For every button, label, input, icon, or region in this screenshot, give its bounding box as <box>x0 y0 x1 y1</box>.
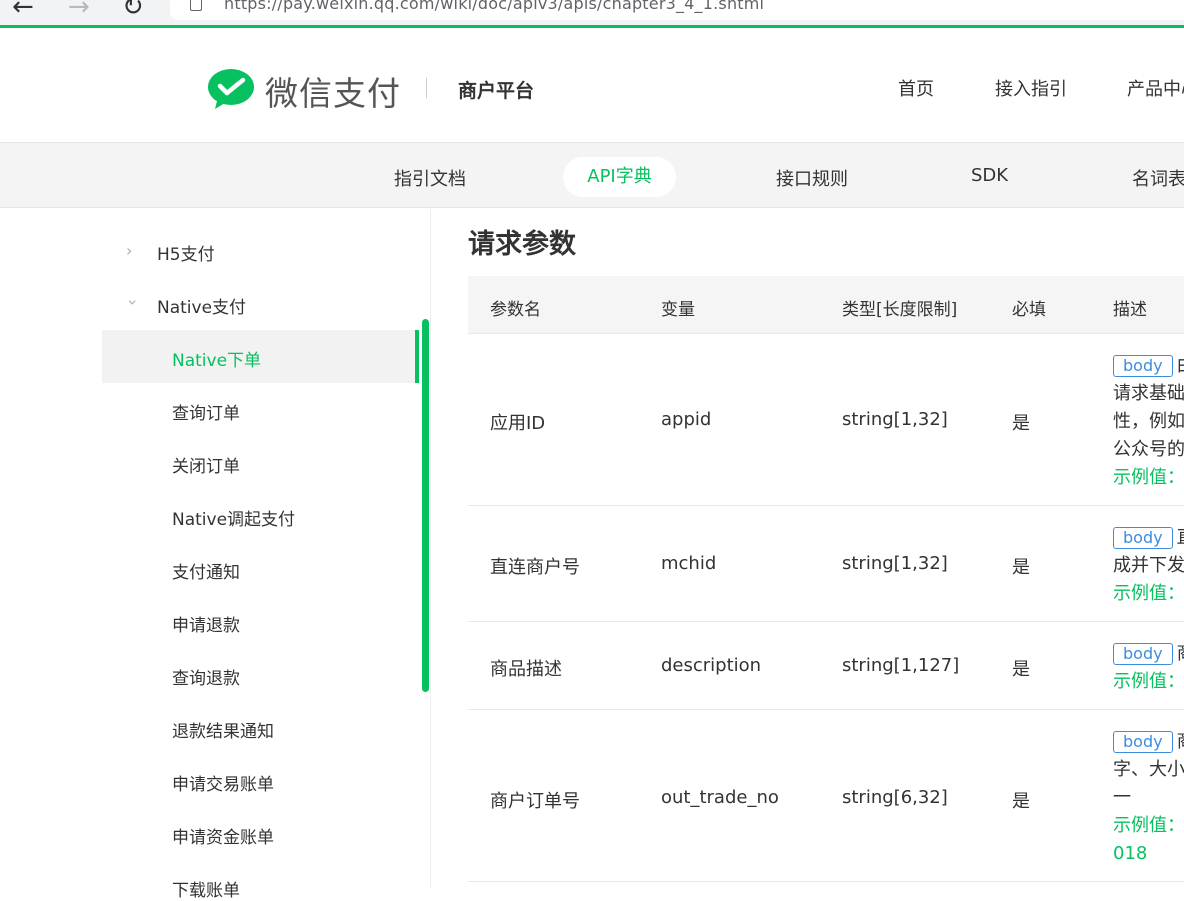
chevron-down-icon[interactable]: › <box>124 299 143 305</box>
tab-guide-docs[interactable]: 指引文档 <box>394 165 466 191</box>
body-tag: body <box>1113 355 1173 377</box>
example-value: 示例值： <box>1113 815 1184 836</box>
column-header-name: 参数名 <box>490 300 541 320</box>
tab-glossary[interactable]: 名词表 <box>1132 165 1184 191</box>
column-header-variable: 变量 <box>661 300 695 320</box>
nav-product-center[interactable]: 产品中心 <box>1127 75 1184 101</box>
column-header-description: 描述 <box>1113 300 1147 320</box>
description-text: 商 <box>1177 643 1184 664</box>
param-type: string[1,32] <box>842 409 948 430</box>
param-variable: out_trade_no <box>661 787 779 808</box>
param-type: string[6,32] <box>842 787 948 808</box>
nav-integration-guide[interactable]: 接入指引 <box>995 75 1067 101</box>
param-description: body商 示例值： <box>1113 640 1184 696</box>
param-required: 是 <box>1012 659 1030 680</box>
sidebar-item-query-refund[interactable]: 查询退款 <box>172 664 240 689</box>
param-name: 直连商户号 <box>490 557 580 578</box>
platform-name: 商户平台 <box>458 80 535 102</box>
param-description: body由 请求基础 性，例如 公众号的 示例值：w <box>1113 352 1184 492</box>
example-value-continued: 018 <box>1113 843 1148 864</box>
param-type: string[1,32] <box>842 553 948 574</box>
param-variable: description <box>661 655 762 676</box>
back-arrow-icon[interactable]: ← <box>12 0 34 20</box>
sidebar-item-native-invoke[interactable]: Native调起支付 <box>172 505 295 530</box>
site-header: 微信支付 商户平台 首页 接入指引 产品中心 <box>0 31 1184 142</box>
example-value: 示例值：w <box>1113 467 1184 488</box>
sidebar-group-h5-pay[interactable]: H5支付 <box>157 240 215 265</box>
example-value: 示例值： <box>1113 671 1184 692</box>
sidebar-item-payment-notify[interactable]: 支付通知 <box>172 558 240 583</box>
reload-icon[interactable]: ↻ <box>122 0 144 20</box>
section-title: 请求参数 <box>468 229 576 260</box>
table-row: 商品描述 description string[1,127] 是 body商 示… <box>468 622 1184 710</box>
tab-sdk[interactable]: SDK <box>971 165 1008 186</box>
table-header: 参数名 变量 类型[长度限制] 必填 描述 <box>468 276 1184 334</box>
description-text: 字、大小 <box>1113 759 1184 780</box>
body-tag: body <box>1113 643 1173 665</box>
description-text: 直 <box>1177 527 1184 548</box>
description-text: 性，例如 <box>1113 411 1184 432</box>
param-required: 是 <box>1012 791 1030 812</box>
body-tag: body <box>1113 731 1173 753</box>
sub-navigation: 指引文档 API字典 接口规则 SDK 名词表 <box>0 142 1184 208</box>
url-text[interactable]: https://pay.weixin.qq.com/wiki/doc/apiv3… <box>224 0 764 13</box>
sidebar-group-native-pay[interactable]: Native支付 <box>157 293 246 318</box>
sidebar-item-trade-bill[interactable]: 申请交易账单 <box>172 770 274 795</box>
page-info-icon[interactable] <box>190 0 202 11</box>
description-text: 公众号的 <box>1113 439 1184 460</box>
sidebar-item-refund-notify[interactable]: 退款结果通知 <box>172 717 274 742</box>
column-header-type: 类型[长度限制] <box>842 300 958 320</box>
sidebar-item-apply-refund[interactable]: 申请退款 <box>172 611 240 636</box>
body-tag: body <box>1113 527 1173 549</box>
description-text: 一 <box>1113 787 1131 808</box>
sidebar-item-close-order[interactable]: 关闭订单 <box>172 452 240 477</box>
sidebar-item-query-order[interactable]: 查询订单 <box>172 399 240 424</box>
sidebar: › H5支付 › Native支付 Native下单 查询订单 关闭订单 Nat… <box>0 209 431 901</box>
table-row: 直连商户号 mchid string[1,32] 是 body直 成并下发 示例… <box>468 506 1184 622</box>
param-required: 是 <box>1012 413 1030 434</box>
param-variable: appid <box>661 409 712 430</box>
logo-divider <box>426 78 427 98</box>
param-type: string[1,127] <box>842 655 960 676</box>
example-value: 示例值： <box>1113 583 1184 604</box>
param-description: body商 字、大小 一 示例值： 018 <box>1113 728 1184 868</box>
tab-api-dictionary[interactable]: API字典 <box>563 157 676 197</box>
sidebar-item-download-bill[interactable]: 下载账单 <box>172 876 240 901</box>
column-header-required: 必填 <box>1012 300 1046 320</box>
description-text: 由 <box>1177 355 1184 376</box>
table-row: 应用ID appid string[1,32] 是 body由 请求基础 性，例… <box>468 334 1184 506</box>
param-name: 商户订单号 <box>490 791 580 812</box>
param-variable: mchid <box>661 553 717 574</box>
sidebar-item-native-order[interactable]: Native下单 <box>172 346 261 371</box>
param-description: body直 成并下发 示例值： <box>1113 524 1184 608</box>
param-required: 是 <box>1012 557 1030 578</box>
tab-api-rules[interactable]: 接口规则 <box>776 165 848 191</box>
description-text: 请求基础 <box>1113 383 1184 404</box>
table-row: 商户订单号 out_trade_no string[6,32] 是 body商 … <box>468 710 1184 882</box>
description-text: 成并下发 <box>1113 555 1184 576</box>
param-name: 商品描述 <box>490 659 562 680</box>
browser-toolbar: ← → ↻ https://pay.weixin.qq.com/wiki/doc… <box>0 0 1184 28</box>
forward-arrow-icon[interactable]: → <box>68 0 90 20</box>
param-name: 应用ID <box>490 413 546 434</box>
description-text: 商 <box>1177 731 1184 752</box>
wechat-pay-logo-icon[interactable] <box>207 68 255 110</box>
chevron-right-icon[interactable]: › <box>126 241 132 260</box>
logo-text[interactable]: 微信支付 <box>265 67 401 115</box>
sidebar-scrollbar[interactable] <box>422 319 429 692</box>
nav-home[interactable]: 首页 <box>898 75 934 101</box>
sidebar-item-fund-bill[interactable]: 申请资金账单 <box>172 823 274 848</box>
